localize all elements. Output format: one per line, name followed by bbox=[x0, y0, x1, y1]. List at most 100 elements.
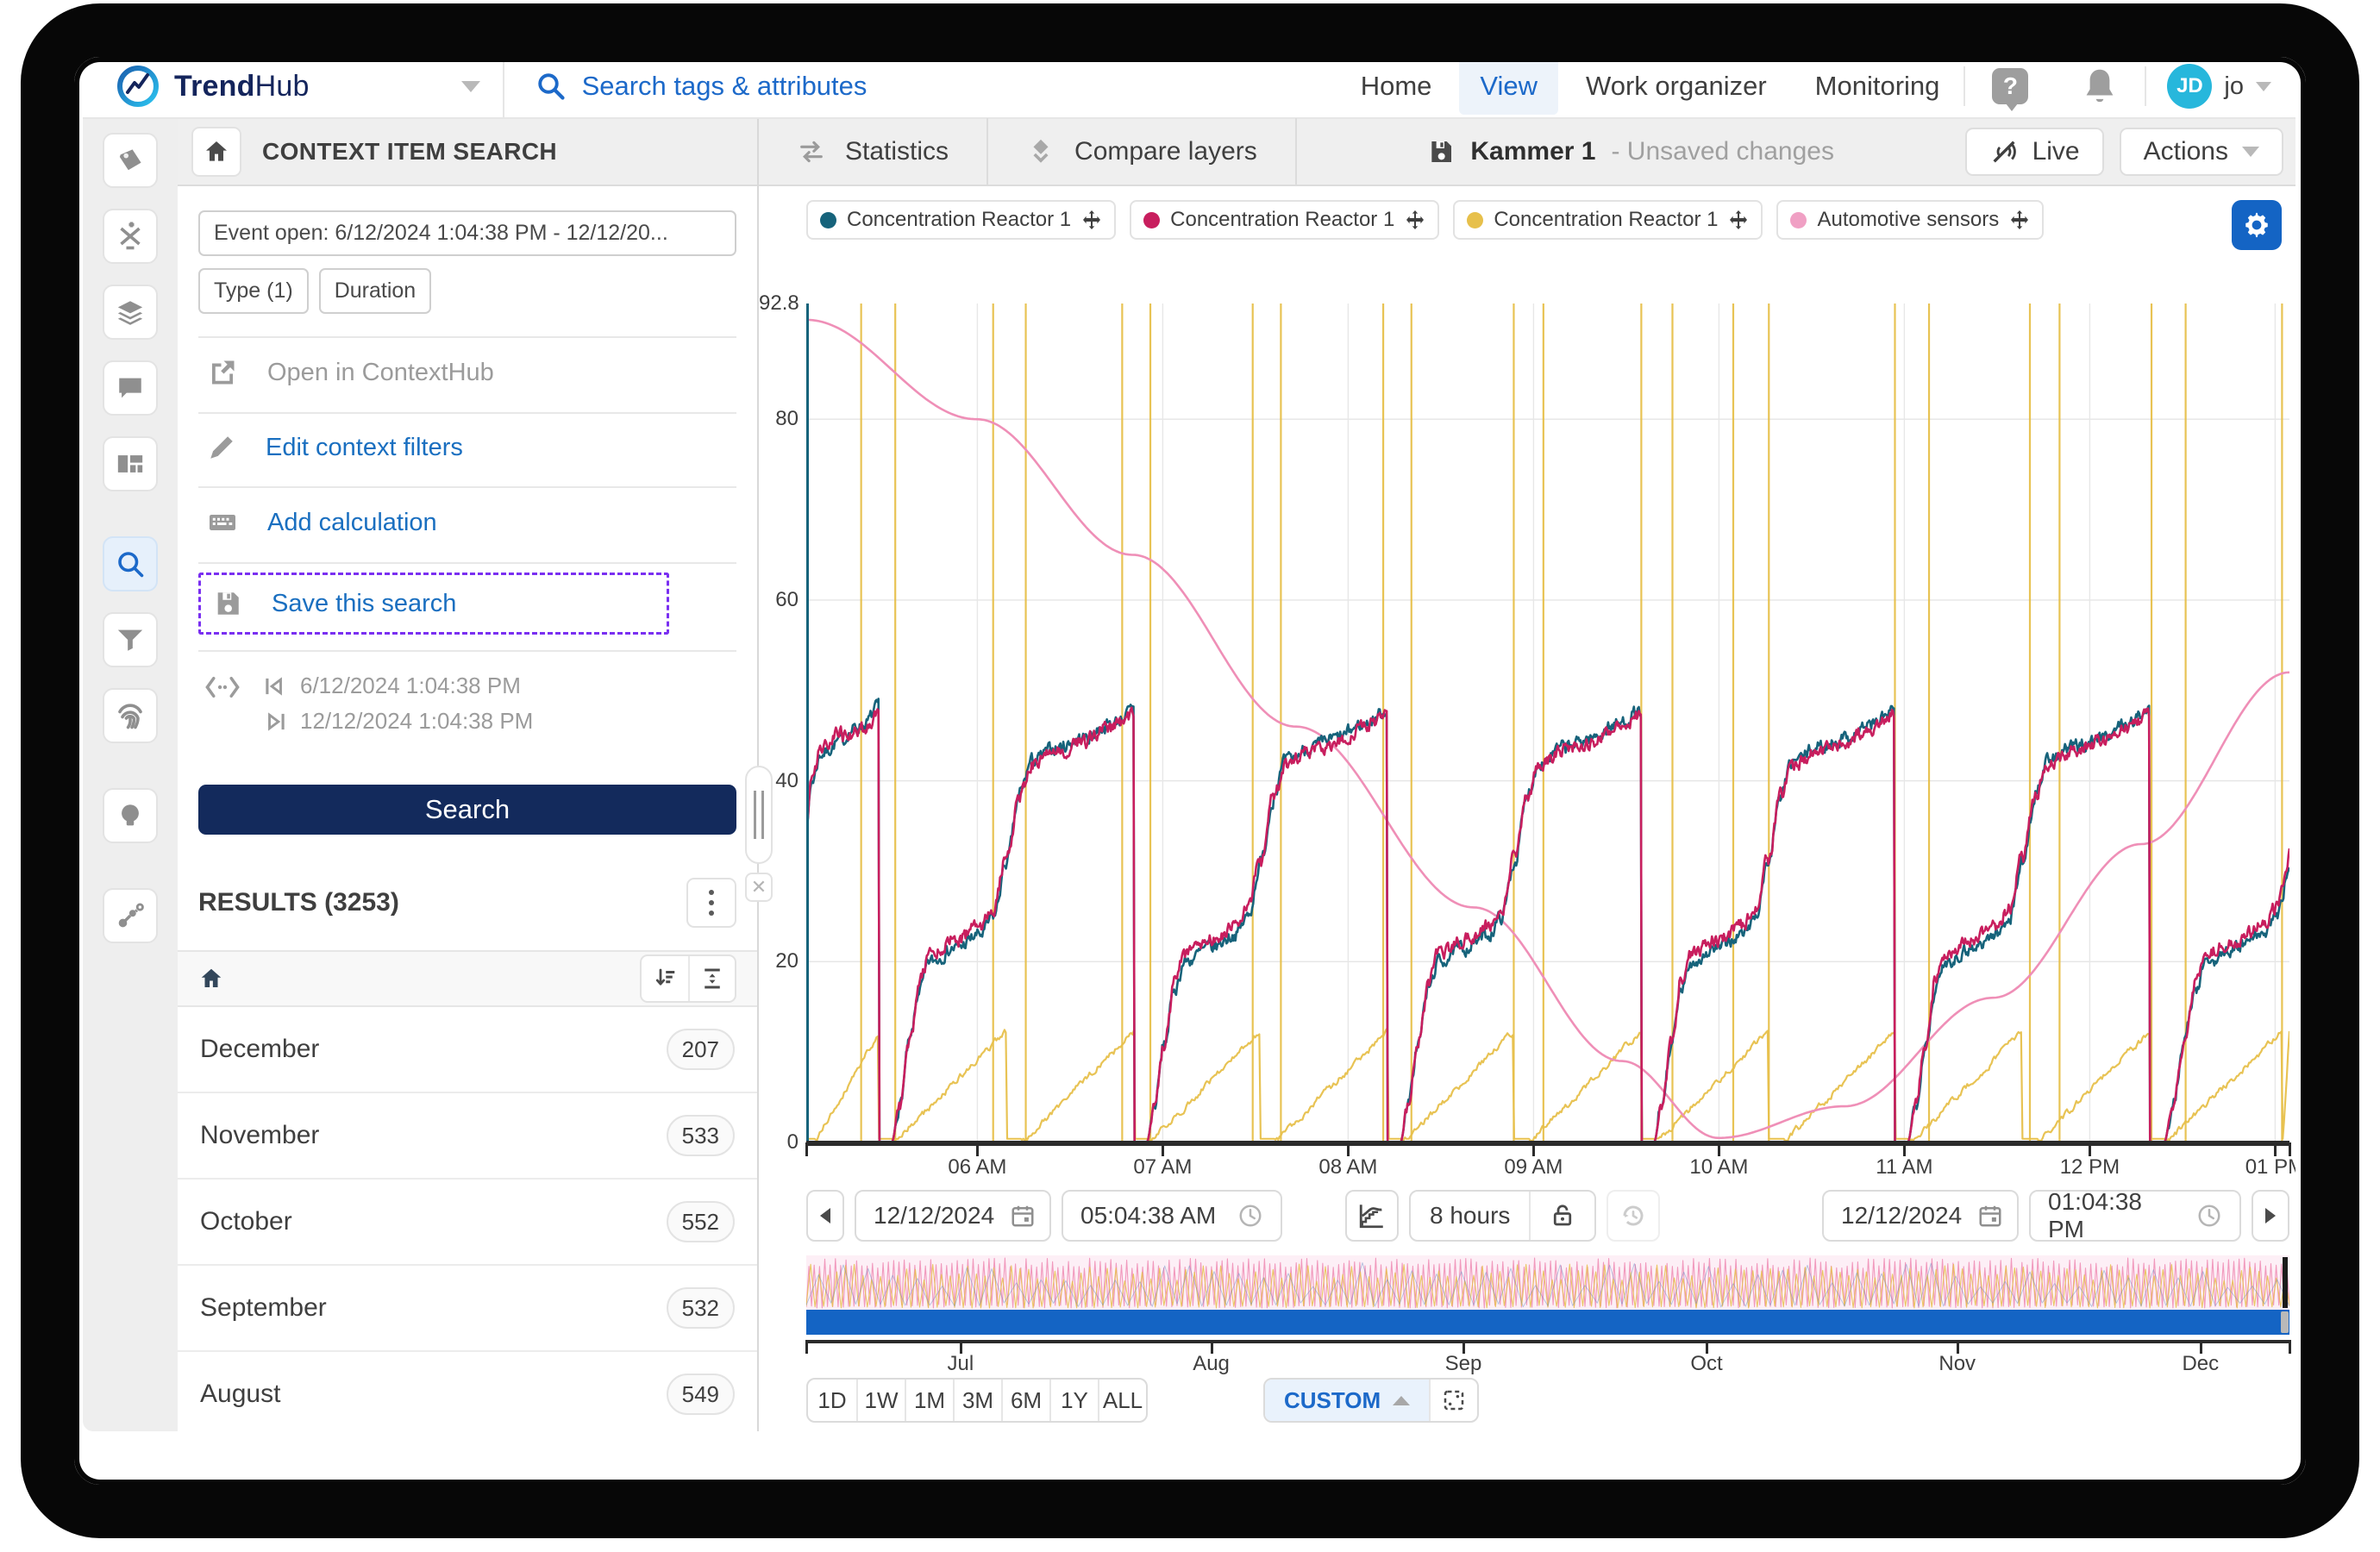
overview-selection-handle[interactable] bbox=[2283, 1257, 2288, 1308]
move-icon[interactable] bbox=[1405, 210, 1425, 230]
nav-item-work-organizer[interactable]: Work organizer bbox=[1565, 58, 1788, 115]
end-date-field[interactable]: 12/12/2024 bbox=[1822, 1190, 2019, 1242]
comments-tool-button[interactable] bbox=[103, 360, 158, 416]
results-menu-button[interactable] bbox=[686, 878, 736, 928]
move-icon[interactable] bbox=[1728, 210, 1749, 230]
help-icon[interactable]: ? bbox=[1992, 68, 2029, 111]
type-filter-chip[interactable]: Type (1) bbox=[198, 268, 309, 314]
dashboard-tool-button[interactable] bbox=[103, 436, 158, 491]
result-row[interactable]: August 549 bbox=[178, 1352, 757, 1431]
step-trend-icon bbox=[1359, 1205, 1383, 1229]
tags-tool-button[interactable] bbox=[103, 133, 158, 188]
calculations-tool-button[interactable] bbox=[103, 209, 158, 264]
event-filter-chip[interactable]: Event open: 6/12/2024 1:04:38 PM - 12/12… bbox=[198, 210, 736, 256]
chart-toolbar: Statistics Compare layers Kammer 1 - Uns… bbox=[759, 118, 2295, 186]
save-search-highlight: Save this search bbox=[198, 573, 669, 635]
recommendations-tool-button[interactable] bbox=[103, 788, 158, 843]
panel-header: CONTEXT ITEM SEARCH bbox=[178, 119, 757, 186]
legend-chip[interactable]: Concentration Reactor 1 bbox=[806, 200, 1117, 240]
fit-frame-button[interactable] bbox=[1429, 1380, 1477, 1421]
range-end-icon bbox=[268, 711, 285, 731]
layers-tool-button[interactable] bbox=[103, 285, 158, 340]
move-icon[interactable] bbox=[2009, 210, 2030, 230]
notifications-bell-icon[interactable] bbox=[2082, 66, 2118, 106]
open-contexthub-link[interactable]: Open in ContextHub bbox=[198, 338, 736, 407]
nav-item-view[interactable]: View bbox=[1459, 58, 1559, 115]
overview-strip[interactable] bbox=[806, 1255, 2289, 1335]
add-calculation-link[interactable]: Add calculation bbox=[198, 488, 736, 557]
end-time-field[interactable]: 01:04:38 PM bbox=[2029, 1188, 2241, 1242]
custom-zoom-group: CUSTOM bbox=[1263, 1378, 1480, 1423]
global-search[interactable]: Search tags & attributes bbox=[504, 71, 1337, 102]
panel-close-button[interactable]: ✕ bbox=[745, 873, 773, 902]
x-tick-label: 11 AM bbox=[1876, 1155, 1933, 1179]
move-icon[interactable] bbox=[1081, 210, 1102, 230]
brand[interactable]: TrendHub bbox=[83, 64, 480, 109]
series-label: Concentration Reactor 1 bbox=[1170, 208, 1395, 231]
zoom-preset-6m[interactable]: 6M bbox=[1001, 1380, 1049, 1421]
pan-right-button[interactable] bbox=[2252, 1190, 2289, 1242]
search-button[interactable]: Search bbox=[198, 785, 736, 835]
keypad-icon bbox=[210, 515, 235, 530]
overview-scroll-knob[interactable] bbox=[2281, 1311, 2289, 1333]
save-view-icon[interactable] bbox=[1427, 138, 1455, 166]
fingerprint-tool-button[interactable] bbox=[103, 688, 158, 743]
live-button[interactable]: Live bbox=[1964, 128, 2104, 176]
actions-button[interactable]: Actions bbox=[2119, 128, 2283, 176]
live-off-icon bbox=[1993, 141, 2016, 163]
result-label: October bbox=[200, 1207, 292, 1236]
result-row[interactable]: December 207 bbox=[178, 1007, 757, 1093]
filter-tool-button[interactable] bbox=[103, 612, 158, 667]
collapse-vertical-icon bbox=[705, 968, 720, 989]
context-search-tool-button[interactable] bbox=[103, 536, 158, 591]
avatar[interactable]: JD bbox=[2167, 64, 2213, 109]
edit-context-filters-link[interactable]: Edit context filters bbox=[198, 414, 736, 481]
history-button[interactable] bbox=[1606, 1190, 1661, 1242]
chart-settings-button[interactable] bbox=[2232, 200, 2282, 250]
user-menu[interactable]: JD jo bbox=[2146, 64, 2295, 109]
collapse-button[interactable] bbox=[688, 956, 735, 1001]
trend-plot[interactable] bbox=[805, 304, 2291, 1144]
result-row[interactable]: October 552 bbox=[178, 1180, 757, 1266]
series-color-dot bbox=[820, 211, 836, 228]
x-tick-label: 12 PM bbox=[2059, 1155, 2120, 1179]
brand-chevron-down-icon[interactable] bbox=[460, 80, 480, 92]
save-this-search-link[interactable]: Save this search bbox=[208, 579, 660, 629]
trend-plot-svg bbox=[805, 304, 2291, 1144]
graph-tool-button[interactable] bbox=[103, 888, 158, 943]
nav-item-home[interactable]: Home bbox=[1340, 58, 1453, 115]
duration-lock-button[interactable] bbox=[1529, 1192, 1594, 1240]
zoom-preset-1m[interactable]: 1M bbox=[905, 1380, 953, 1421]
legend-chip[interactable]: Automotive sensors bbox=[1776, 200, 2045, 240]
start-time-field[interactable]: 05:04:38 AM bbox=[1062, 1190, 1282, 1242]
zoom-preset-3m[interactable]: 3M bbox=[953, 1380, 1001, 1421]
result-row[interactable]: September 532 bbox=[178, 1266, 757, 1352]
save-icon bbox=[217, 592, 239, 615]
overview-month-label: Nov bbox=[1938, 1352, 1976, 1375]
tool-rail bbox=[83, 119, 178, 1431]
duration-field[interactable]: 8 hours bbox=[1411, 1192, 1529, 1240]
splitter-grip[interactable] bbox=[745, 766, 773, 864]
panel-home-button[interactable] bbox=[191, 127, 241, 177]
zoom-preset-all[interactable]: ALL bbox=[1098, 1380, 1146, 1421]
x-tick-label: 07 AM bbox=[1133, 1155, 1193, 1179]
results-home-icon[interactable] bbox=[198, 966, 224, 992]
duration-filter-chip[interactable]: Duration bbox=[318, 268, 432, 314]
legend-chip[interactable]: Concentration Reactor 1 bbox=[1130, 200, 1440, 240]
chart-type-button[interactable] bbox=[1345, 1190, 1399, 1242]
legend-chip[interactable]: Concentration Reactor 1 bbox=[1453, 200, 1763, 240]
range-icon[interactable] bbox=[204, 673, 241, 702]
result-row[interactable]: November 533 bbox=[178, 1093, 757, 1180]
custom-zoom-button[interactable]: CUSTOM bbox=[1265, 1380, 1430, 1421]
statistics-tab[interactable]: Statistics bbox=[759, 118, 989, 185]
compare-layers-tab[interactable]: Compare layers bbox=[988, 118, 1297, 185]
zoom-preset-1w[interactable]: 1W bbox=[856, 1380, 905, 1421]
sort-button[interactable] bbox=[642, 956, 688, 1001]
result-count-badge: 532 bbox=[666, 1287, 735, 1329]
y-tick-label: 0 bbox=[786, 1130, 799, 1154]
zoom-preset-1d[interactable]: 1D bbox=[808, 1380, 856, 1421]
pan-left-button[interactable] bbox=[806, 1190, 844, 1242]
nav-item-monitoring[interactable]: Monitoring bbox=[1794, 58, 1961, 115]
zoom-preset-1y[interactable]: 1Y bbox=[1049, 1380, 1098, 1421]
start-date-field[interactable]: 12/12/2024 bbox=[855, 1190, 1051, 1242]
